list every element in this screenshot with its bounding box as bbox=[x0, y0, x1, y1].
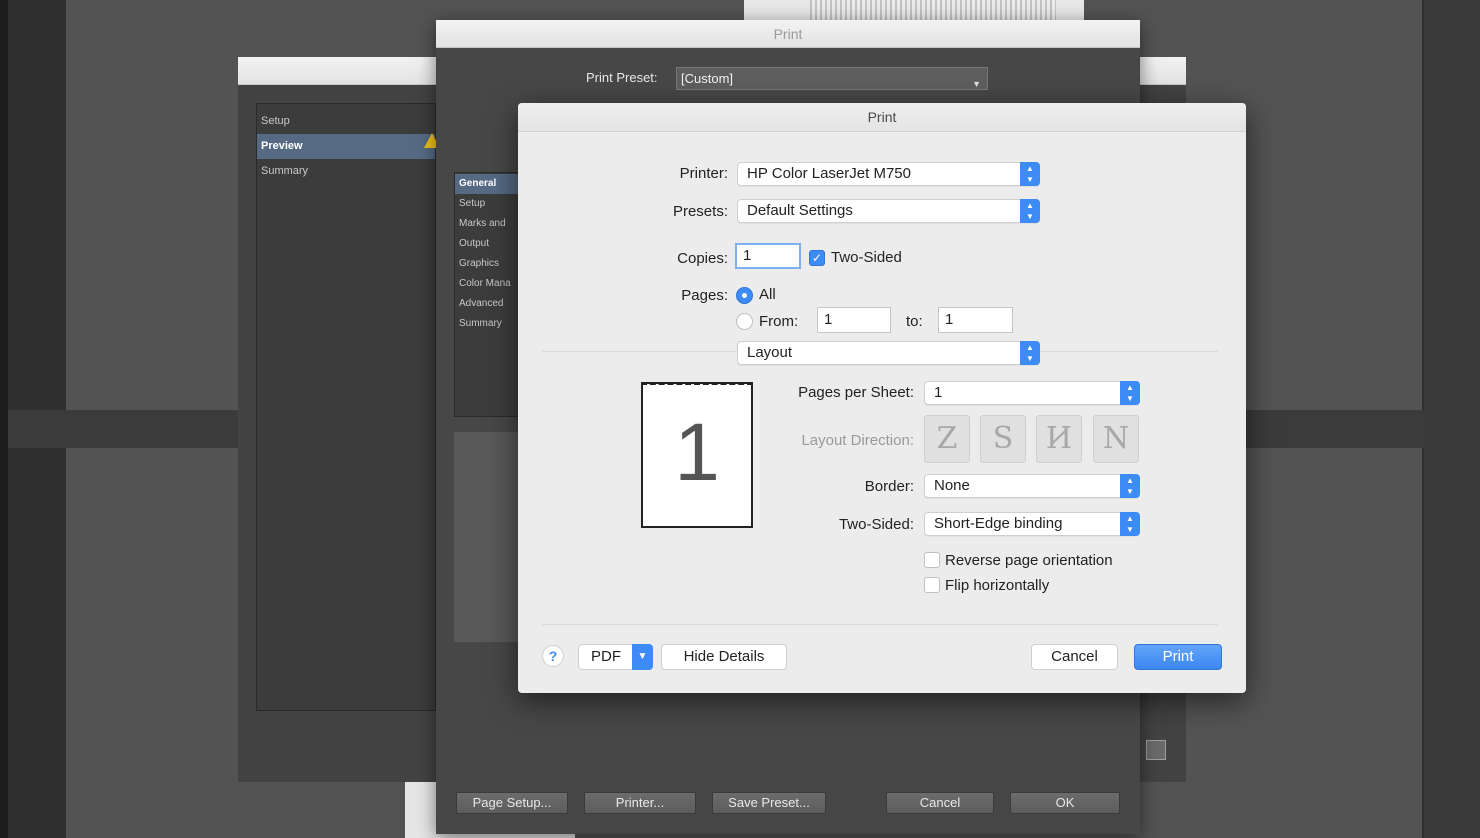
pages-label: Pages: bbox=[681, 287, 728, 304]
thumbnail-page-number: 1 bbox=[674, 407, 720, 498]
printer-button[interactable]: Printer... bbox=[584, 792, 696, 814]
layout-direction-label: Layout Direction: bbox=[801, 432, 914, 449]
layout-direction-reverse-n-button[interactable]: И bbox=[1036, 415, 1082, 463]
indesign-print-sidebar: General Setup Marks and Output Graphics … bbox=[454, 172, 524, 417]
pages-per-sheet-select[interactable]: 1 ▲ ▼ bbox=[924, 381, 1140, 405]
indesign-cancel-button[interactable]: Cancel bbox=[886, 792, 994, 814]
canvas-edge-right bbox=[1424, 0, 1480, 838]
stepper-icon: ▲ ▼ bbox=[1020, 341, 1040, 365]
print-preset-value: [Custom] bbox=[681, 71, 734, 86]
pages-to-input[interactable]: 1 bbox=[938, 307, 1013, 333]
print-preset-select[interactable]: [Custom] ▼ bbox=[676, 67, 988, 90]
pdf-menu-button[interactable]: PDF bbox=[578, 644, 634, 670]
printer-label: Printer: bbox=[679, 165, 728, 182]
divider bbox=[542, 624, 1218, 625]
sidebar-item-graphics[interactable]: Graphics bbox=[455, 254, 523, 274]
hide-details-button[interactable]: Hide Details bbox=[661, 644, 787, 670]
layout-direction-s-button[interactable]: S bbox=[980, 415, 1026, 463]
booklet-sidebar-item-setup[interactable]: Setup bbox=[257, 109, 435, 134]
flip-horizontally-label: Flip horizontally bbox=[945, 577, 1050, 594]
booklet-sidebar-item-preview[interactable]: Preview bbox=[257, 134, 435, 159]
copies-input[interactable]: 1 bbox=[735, 243, 801, 269]
pages-to-label: to: bbox=[906, 313, 923, 330]
pages-all-label: All bbox=[759, 286, 776, 303]
indesign-ok-button[interactable]: OK bbox=[1010, 792, 1120, 814]
print-button[interactable]: Print bbox=[1134, 644, 1222, 670]
border-value: None bbox=[934, 477, 970, 494]
pages-range-radio[interactable] bbox=[736, 313, 753, 330]
sidebar-item-general[interactable]: General bbox=[455, 174, 523, 194]
chevron-down-icon[interactable]: ▼ bbox=[632, 644, 653, 670]
print-preset-label: Print Preset: bbox=[586, 70, 658, 85]
border-select[interactable]: None ▲ ▼ bbox=[924, 474, 1140, 498]
booklet-sidebar-item-summary[interactable]: Summary bbox=[257, 159, 435, 184]
stepper-icon: ▲ ▼ bbox=[1120, 381, 1140, 405]
printer-select[interactable]: HP Color LaserJet M750 ▲ ▼ bbox=[737, 162, 1040, 186]
flip-horizontally-checkbox[interactable] bbox=[924, 577, 940, 593]
chevron-down-icon: ▼ bbox=[972, 79, 981, 89]
document-preview-top bbox=[744, 0, 1084, 22]
pages-per-sheet-value: 1 bbox=[934, 384, 943, 401]
help-button[interactable]: ? bbox=[542, 645, 564, 667]
pages-per-sheet-label: Pages per Sheet: bbox=[798, 384, 914, 401]
border-label: Border: bbox=[864, 478, 914, 495]
indesign-print-preview bbox=[454, 432, 524, 642]
section-value: Layout bbox=[747, 344, 793, 361]
sidebar-item-output[interactable]: Output bbox=[455, 234, 523, 254]
pages-from-label: From: bbox=[759, 313, 799, 330]
page-setup-button[interactable]: Page Setup... bbox=[456, 792, 568, 814]
stepper-icon: ▲ ▼ bbox=[1020, 162, 1040, 186]
thumbnail-dashed-edge bbox=[641, 382, 753, 385]
two-sided-checkbox[interactable]: ✓ bbox=[809, 250, 825, 266]
canvas-edge-left bbox=[0, 0, 8, 838]
presets-select[interactable]: Default Settings ▲ ▼ bbox=[737, 199, 1040, 223]
save-preset-button[interactable]: Save Preset... bbox=[712, 792, 826, 814]
section-select[interactable]: Layout ▲ ▼ bbox=[737, 341, 1040, 365]
indesign-print-title: Print bbox=[436, 20, 1140, 48]
stepper-icon: ▲ ▼ bbox=[1120, 512, 1140, 536]
pages-from-input[interactable]: 1 bbox=[817, 307, 891, 333]
two-sided-checkbox-label: Two-Sided bbox=[831, 249, 902, 266]
sidebar-item-summary[interactable]: Summary bbox=[455, 314, 523, 334]
sidebar-item-marks[interactable]: Marks and bbox=[455, 214, 523, 234]
two-sided-select[interactable]: Short-Edge binding ▲ ▼ bbox=[924, 512, 1140, 536]
sidebar-item-advanced[interactable]: Advanced bbox=[455, 294, 523, 314]
mac-print-dialog: Print Printer: HP Color LaserJet M750 ▲ ▼… bbox=[518, 103, 1246, 693]
cancel-button[interactable]: Cancel bbox=[1031, 644, 1118, 670]
presets-label: Presets: bbox=[672, 203, 728, 220]
booklet-sidebar: Setup Preview Summary bbox=[256, 103, 436, 711]
sidebar-item-color-management[interactable]: Color Mana bbox=[455, 274, 523, 294]
stepper-icon: ▲ ▼ bbox=[1120, 474, 1140, 498]
reverse-orientation-checkbox[interactable] bbox=[924, 552, 940, 568]
print-dialog-title: Print bbox=[518, 103, 1246, 132]
printer-value: HP Color LaserJet M750 bbox=[747, 165, 911, 182]
layout-direction-z-button[interactable]: Z bbox=[924, 415, 970, 463]
reverse-orientation-label: Reverse page orientation bbox=[945, 552, 1113, 569]
presets-value: Default Settings bbox=[747, 202, 853, 219]
page-thumbnail: 1 bbox=[641, 382, 753, 528]
two-sided-value: Short-Edge binding bbox=[934, 515, 1063, 532]
sidebar-item-setup[interactable]: Setup bbox=[455, 194, 523, 214]
pages-all-radio[interactable] bbox=[736, 287, 753, 304]
stepper-icon: ▲ ▼ bbox=[1020, 199, 1040, 223]
two-sided-label: Two-Sided: bbox=[838, 516, 914, 533]
layout-direction-n-button[interactable]: N bbox=[1093, 415, 1139, 463]
copies-label: Copies: bbox=[677, 250, 728, 267]
background-field bbox=[1146, 740, 1166, 760]
